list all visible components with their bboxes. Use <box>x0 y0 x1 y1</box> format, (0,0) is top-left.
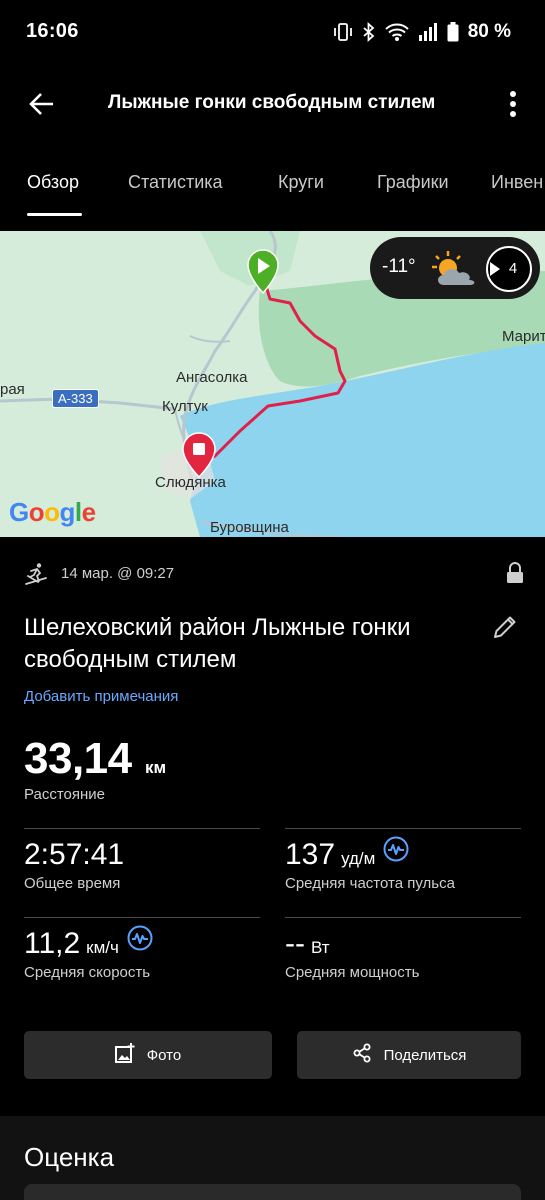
avg-power-value: -- Вт <box>285 927 330 961</box>
active-tab-indicator <box>27 213 82 216</box>
tab-statistics[interactable]: Статистика <box>128 172 223 193</box>
rating-card[interactable] <box>24 1184 521 1200</box>
distance-unit: км <box>145 758 167 777</box>
edit-pencil-icon[interactable] <box>492 614 518 645</box>
battery-percent: 80 % <box>467 21 511 42</box>
tab-equipment[interactable]: Инвен <box>491 172 543 193</box>
avg-speed-number: 11,2 <box>24 927 81 960</box>
more-options-button[interactable] <box>499 84 527 124</box>
weather-temperature: -11° <box>382 256 416 277</box>
avg-speed-unit: км/ч <box>86 938 119 957</box>
stat-divider <box>285 828 521 829</box>
activity-meta: 14 мар. @ 09:27 <box>24 560 524 590</box>
photo-button[interactable]: Фото <box>24 1031 272 1079</box>
photo-button-label: Фото <box>146 1046 182 1064</box>
avg-power-label: Средняя мощность <box>285 964 420 981</box>
status-bar: 16:06 80 % <box>0 0 545 64</box>
avg-hr-value: 137 уд/м <box>285 836 409 873</box>
battery-icon <box>447 22 459 42</box>
status-icons: 80 % <box>333 20 511 44</box>
speed-chart-icon[interactable] <box>127 925 153 959</box>
share-icon <box>352 1043 372 1067</box>
stat-divider <box>24 828 260 829</box>
total-time-number: 2:57:41 <box>24 838 125 871</box>
tab-bar: Обзор Статистика Круги Графики Инвен <box>0 158 545 220</box>
page-title: Лыжные гонки свободным стилем <box>108 92 436 113</box>
tab-overview[interactable]: Обзор <box>27 172 79 193</box>
avg-speed-value: 11,2 км/ч <box>24 925 153 962</box>
vibrate-icon <box>333 22 353 42</box>
activity-date: 14 мар. @ 09:27 <box>61 565 175 582</box>
activity-title: Шелеховский район Лыжные гонки свободным… <box>24 614 411 673</box>
back-button[interactable] <box>22 84 62 124</box>
add-photo-icon <box>114 1043 135 1067</box>
heart-rate-icon[interactable] <box>383 836 409 870</box>
wind-speed: 4 <box>508 260 518 277</box>
distance-label: Расстояние <box>24 786 106 803</box>
stat-divider <box>285 917 521 918</box>
back-arrow-icon <box>29 93 53 115</box>
rating-title: Оценка <box>24 1142 115 1172</box>
tab-laps[interactable]: Круги <box>278 172 324 193</box>
map-label-raya: рая <box>0 381 25 398</box>
avg-hr-number: 137 <box>285 838 336 871</box>
share-button-label: Поделиться <box>383 1046 467 1064</box>
weather-widget: -11° 4 <box>370 237 540 299</box>
route-map[interactable]: Ангасолка Култук Слюдянка Буровщина Мари… <box>0 231 545 537</box>
signal-icon <box>418 22 438 42</box>
total-time-value: 2:57:41 <box>24 838 124 872</box>
wind-indicator: 4 <box>486 246 532 292</box>
skiing-icon <box>24 562 48 591</box>
avg-hr-label: Средняя частота пульса <box>285 875 455 892</box>
map-label-kultuk: Култук <box>162 398 208 415</box>
road-shield-a333: A-333 <box>52 389 99 408</box>
avg-power-number: -- <box>285 927 305 960</box>
rating-section: Оценка <box>0 1116 545 1200</box>
lock-icon[interactable] <box>506 562 524 589</box>
app-bar: Лыжные гонки свободным стилем <box>0 70 545 136</box>
map-label-slyudyanka: Слюдянка <box>155 474 226 491</box>
partly-cloudy-icon <box>430 249 480 294</box>
map-label-marit: Марит <box>502 328 545 345</box>
avg-power-unit: Вт <box>310 938 330 957</box>
map-label-angasolka: Ангасолка <box>176 369 248 386</box>
google-attribution: Google <box>9 497 96 527</box>
wifi-icon <box>384 22 409 42</box>
map-label-burovshchina: Буровщина <box>210 519 289 536</box>
avg-hr-unit: уд/м <box>341 849 376 868</box>
avg-speed-label: Средняя скорость <box>24 964 151 981</box>
status-time: 16:06 <box>26 20 79 42</box>
total-time-label: Общее время <box>24 875 121 892</box>
add-note-link[interactable]: Добавить примечания <box>24 688 178 705</box>
distance-value: 33,14 <box>24 734 132 783</box>
more-vertical-icon <box>510 91 516 117</box>
bluetooth-icon <box>362 22 376 42</box>
tab-charts[interactable]: Графики <box>377 172 449 193</box>
stat-divider <box>24 917 260 918</box>
share-button[interactable]: Поделиться <box>297 1031 521 1079</box>
